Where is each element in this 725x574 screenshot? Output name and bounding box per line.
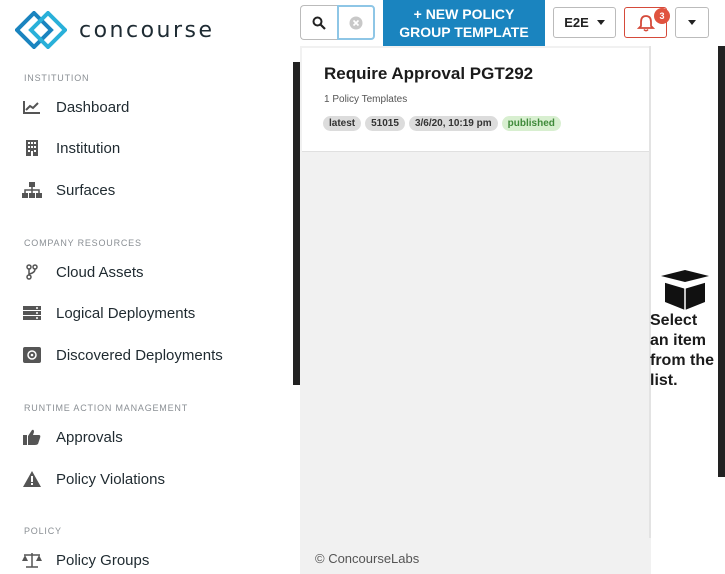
new-policy-group-template-button[interactable]: + NEW POLICY GROUP TEMPLATE	[383, 0, 545, 46]
sidebar-item-surfaces[interactable]: Surfaces	[22, 176, 292, 204]
brand-logo[interactable]: concourse	[15, 11, 215, 49]
scale-icon	[22, 551, 42, 569]
section-runtime-action-management: RUNTIME ACTION MANAGEMENT	[24, 403, 189, 413]
warning-icon	[22, 470, 42, 488]
sidebar: concourse INSTITUTION Dashboard Institut…	[0, 0, 300, 574]
list-item[interactable]: Require Approval PGT292 1 Policy Templat…	[302, 48, 649, 152]
thumbs-up-icon	[22, 428, 42, 446]
sidebar-item-dashboard[interactable]: Dashboard	[22, 93, 292, 121]
environment-dropdown[interactable]: E2E	[553, 7, 616, 38]
new-button-line-1: + NEW POLICY	[413, 6, 515, 22]
sidebar-item-label: Approvals	[56, 428, 123, 446]
section-company-resources: COMPANY RESOURCES	[24, 238, 142, 248]
chart-line-icon	[22, 98, 42, 116]
branch-icon	[22, 263, 42, 281]
sidebar-item-policy-violations[interactable]: Policy Violations	[22, 465, 292, 493]
sidebar-item-approvals[interactable]: Approvals	[22, 423, 292, 451]
sitemap-icon	[22, 181, 42, 199]
sidebar-item-label: Discovered Deployments	[56, 346, 223, 364]
tag-status: published	[501, 116, 561, 131]
open-box-icon	[661, 270, 709, 310]
brand-name: concourse	[79, 17, 215, 43]
search-button[interactable]	[300, 5, 337, 40]
tag-latest: latest	[323, 116, 362, 131]
sidebar-item-label: Policy Groups	[56, 551, 150, 569]
search-icon	[312, 16, 326, 30]
sidebar-item-label: Policy Violations	[56, 470, 165, 488]
bell-icon	[636, 14, 655, 32]
environment-label: E2E	[564, 15, 589, 30]
server-stack-icon	[22, 304, 42, 322]
new-button-line-2: GROUP TEMPLATE	[399, 24, 529, 40]
chevron-down-icon	[596, 20, 605, 25]
tag-list: latest 51015 3/6/20, 10:19 pm published	[323, 116, 561, 131]
list-item-title: Require Approval PGT292	[324, 64, 534, 83]
section-institution: INSTITUTION	[24, 73, 90, 83]
sidebar-item-logical-deployments[interactable]: Logical Deployments	[22, 299, 292, 327]
chevron-down-icon	[688, 20, 696, 25]
notification-count-badge: 3	[654, 8, 670, 24]
search-input[interactable]	[337, 5, 375, 40]
sidebar-item-label: Surfaces	[56, 181, 116, 199]
footer-copyright: © ConcourseLabs	[315, 551, 420, 566]
detail-scrollbar[interactable]	[718, 46, 725, 477]
sidebar-item-label: Logical Deployments	[56, 304, 196, 322]
sidebar-scrollbar[interactable]	[293, 62, 300, 385]
concourse-logo-icon	[15, 11, 67, 49]
tag-version: 51015	[365, 116, 405, 131]
list-item-subtitle: 1 Policy Templates	[324, 94, 408, 105]
sidebar-item-institution[interactable]: Institution	[22, 134, 292, 162]
building-icon	[22, 139, 42, 157]
sidebar-item-label: Dashboard	[56, 98, 130, 116]
clear-search-icon[interactable]	[349, 16, 363, 30]
user-menu-dropdown[interactable]	[675, 7, 709, 38]
radar-icon	[22, 346, 42, 364]
detail-panel	[651, 46, 725, 574]
section-policy: POLICY	[24, 526, 62, 536]
tag-timestamp: 3/6/20, 10:19 pm	[408, 116, 498, 131]
sidebar-item-label: Institution	[56, 139, 121, 157]
sidebar-item-cloud-assets[interactable]: Cloud Assets	[22, 258, 292, 286]
sidebar-item-discovered-deployments[interactable]: Discovered Deployments	[22, 341, 292, 369]
empty-state-message: Select an item from the list.	[650, 312, 714, 389]
sidebar-item-policy-groups[interactable]: Policy Groups	[22, 546, 292, 574]
sidebar-item-label: Cloud Assets	[56, 263, 144, 281]
